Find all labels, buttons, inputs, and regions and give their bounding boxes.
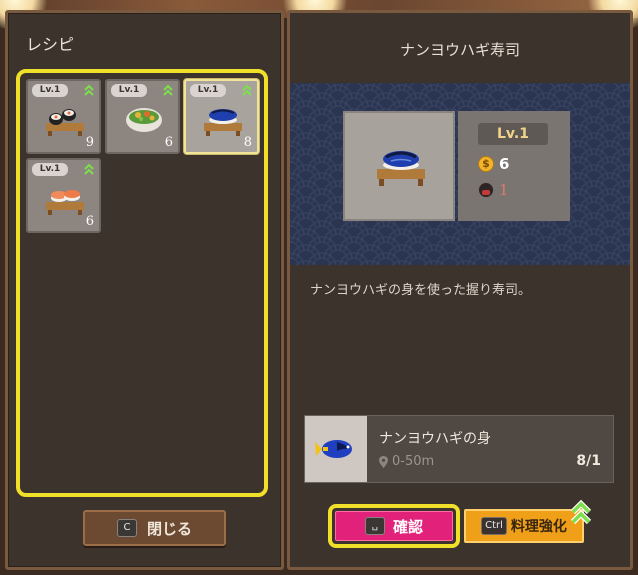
recipe-card-maki[interactable]: Lv.1 9 xyxy=(26,79,101,154)
pot-icon xyxy=(478,182,494,198)
blue-tang-sushi-icon xyxy=(204,109,242,136)
enhance-label: 料理強化 xyxy=(510,519,567,535)
maki-sushi-icon xyxy=(46,109,84,136)
recipe-count: 8 xyxy=(243,135,252,150)
level-badge: Lv.1 xyxy=(32,84,68,97)
confirm-button[interactable]: ␣ 確認 xyxy=(335,511,453,541)
ingredient-location: 0-50m xyxy=(379,454,434,469)
ingredient-name: ナンヨウハギの身 xyxy=(379,431,491,447)
coin-icon: $ xyxy=(478,156,494,172)
recipe-detail-panel: ナンヨウハギ寿司 Lv.1 $ 6 1 ナンヨウハギの身を使った握り寿司。 ナン… xyxy=(287,10,633,570)
close-button[interactable]: C 閉じる xyxy=(83,510,226,546)
confirm-label: 確認 xyxy=(392,517,423,536)
dish-description: ナンヨウハギの身を使った握り寿司。 xyxy=(310,283,532,298)
ingredient-depth: 0-50m xyxy=(392,454,435,469)
salad-bowl-icon xyxy=(126,108,162,132)
price-value: 6 xyxy=(499,155,510,173)
recipe-panel: レシピ Lv.1 9 Lv.1 6 Lv.1 8 Lv.1 6 C 閉じる xyxy=(5,10,284,570)
recipe-card-blue-tang[interactable]: Lv.1 8 xyxy=(184,79,259,154)
blue-tang-sushi-icon xyxy=(377,151,425,186)
level-badge: Lv.1 xyxy=(32,163,68,176)
cook-count-row: 1 xyxy=(478,181,509,199)
dish-image-frame xyxy=(343,111,455,221)
confirm-highlight: ␣ 確認 xyxy=(328,504,460,548)
dish-showcase: Lv.1 $ 6 1 xyxy=(290,83,630,265)
recipe-card-salmon[interactable]: Lv.1 6 xyxy=(26,158,101,233)
enhance-dish-button[interactable]: Ctrl 料理強化 xyxy=(464,509,584,543)
salmon-sushi-icon xyxy=(46,190,84,215)
recipe-count: 6 xyxy=(164,135,173,150)
dish-title: ナンヨウハギ寿司 xyxy=(399,41,520,59)
upgrade-arrow-icon xyxy=(163,84,173,96)
price-row: $ 6 xyxy=(478,155,509,173)
level-badge: Lv.1 xyxy=(190,84,226,97)
blue-tang-fish-icon xyxy=(315,440,352,458)
ingredient-quantity: 8/1 xyxy=(576,453,601,469)
upgrade-arrow-icon xyxy=(242,84,252,96)
dish-stats: Lv.1 $ 6 1 xyxy=(458,111,570,221)
recipe-count: 9 xyxy=(85,135,94,150)
key-hint-space: ␣ xyxy=(364,517,385,535)
upgrade-arrow-icon xyxy=(570,499,592,525)
recipe-count: 6 xyxy=(85,214,94,229)
panel-title: レシピ xyxy=(26,35,75,54)
recipe-card-salad[interactable]: Lv.1 6 xyxy=(105,79,180,154)
location-pin-icon xyxy=(379,455,388,468)
upgrade-arrow-icon xyxy=(84,163,94,175)
dish-level: Lv.1 xyxy=(478,123,548,145)
ingredient-image xyxy=(305,416,367,482)
key-hint-c: C xyxy=(116,519,137,537)
cook-count-value: 1 xyxy=(499,181,509,199)
recipe-grid: Lv.1 9 Lv.1 6 Lv.1 8 Lv.1 6 xyxy=(16,69,268,497)
level-badge: Lv.1 xyxy=(111,84,147,97)
key-hint-ctrl: Ctrl xyxy=(481,517,507,535)
ingredient-row: ナンヨウハギの身 0-50m 8/1 xyxy=(304,415,614,483)
upgrade-arrow-icon xyxy=(84,84,94,96)
close-label: 閉じる xyxy=(146,519,192,538)
